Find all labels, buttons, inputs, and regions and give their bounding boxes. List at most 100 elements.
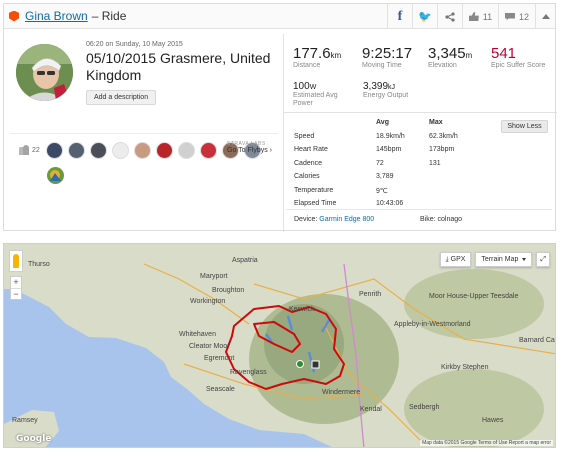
- map-label-barnard-castle: Barnard Ca: [519, 337, 555, 344]
- stat-moving-time: 9:25:17 Moving Time: [362, 45, 412, 69]
- table-cell-label: Temperature: [294, 186, 334, 194]
- map-label-kirkby-stephen: Kirkby Stephen: [441, 364, 489, 371]
- max-header: Max: [429, 119, 443, 126]
- twitter-share-button[interactable]: 🐦: [412, 4, 437, 29]
- pennines: [404, 269, 544, 339]
- stat-label: Moving Time: [362, 62, 402, 69]
- map-label-aspatria: Aspatria: [232, 257, 258, 264]
- fullscreen-button[interactable]: ⤢: [536, 252, 550, 267]
- stat-energy-output: 3,399kJ Energy Output: [363, 81, 408, 100]
- divider: [286, 209, 552, 210]
- stat-unit: kJ: [388, 84, 396, 91]
- table-cell-max: 131: [429, 159, 441, 167]
- stat-suffer-score[interactable]: 541 Epic Suffer Score: [491, 45, 545, 69]
- table-cell-avg: 10:43:06: [376, 200, 404, 207]
- stat-label: Distance: [293, 62, 321, 69]
- stat-value: 3,399: [363, 81, 389, 92]
- fullscreen-icon: ⤢: [540, 255, 546, 263]
- map-label-thurso: Thurso: [28, 261, 50, 268]
- divider: [283, 112, 557, 113]
- stat-value: 9:25:17: [362, 45, 413, 62]
- header-actions: f 🐦 11 12: [387, 4, 555, 29]
- table-row: Speed 18.9km/h 62.3km/h: [294, 133, 514, 147]
- stat-value: 177.6: [293, 45, 331, 62]
- detail-stats-table: Avg Max Speed 18.9km/h 62.3km/h Heart Rate 1…: [294, 119, 514, 214]
- caret-down-icon: [522, 258, 527, 261]
- google-logo[interactable]: Google: [16, 434, 51, 444]
- map-label-maryport: Maryport: [200, 273, 228, 280]
- map-controls: ⤓ GPX Terrain Map ⤢: [436, 252, 550, 267]
- go-to-flybys-label: Go To Flybys ›: [227, 147, 272, 154]
- activity-header: Gina Brown – Ride f 🐦 11 12: [4, 4, 555, 29]
- athlete-thumbnail[interactable]: [199, 141, 217, 159]
- device-link[interactable]: Garmin Edge 800: [319, 216, 374, 223]
- athlete-thumbnail[interactable]: [177, 141, 195, 159]
- map-label-workington: Workington: [190, 298, 225, 305]
- avg-header: Avg: [376, 119, 389, 126]
- map-label-appleby: Appleby-in-Westmorland: [394, 321, 471, 328]
- table-row: Temperature 9℃: [294, 187, 514, 201]
- table-cell-label: Elapsed Time: [294, 200, 337, 207]
- activity-title-bar: Gina Brown – Ride: [9, 9, 126, 23]
- athlete-thumbnail[interactable]: [89, 141, 107, 159]
- athlete-avatar[interactable]: [16, 44, 73, 101]
- flybys-link[interactable]: STRAVA LABS Go To Flybys ›: [227, 141, 272, 154]
- athlete-thumbnail[interactable]: [47, 167, 64, 184]
- street-view-pegman[interactable]: [9, 250, 23, 272]
- activity-meta: 06:20 on Sunday, 10 May 2015 05/10/2015 …: [86, 41, 276, 105]
- finish-marker[interactable]: [311, 360, 320, 369]
- stat-distance: 177.6km Distance: [293, 45, 341, 69]
- kudos-button[interactable]: 11: [462, 4, 498, 29]
- zoom-control[interactable]: + −: [10, 276, 22, 300]
- facebook-share-button[interactable]: f: [387, 4, 412, 29]
- map-canvas[interactable]: Thurso Aspatria Maryport Broughton Worki…: [4, 244, 556, 448]
- map-attribution[interactable]: Map data ©2015 Google Terms of Use Repor…: [420, 440, 553, 446]
- athlete-thumbnail[interactable]: [45, 141, 63, 159]
- stat-label: Epic Suffer Score: [491, 62, 546, 69]
- table-cell-avg: 145bpm: [376, 146, 402, 153]
- map-label-windermere: Windermere: [322, 389, 360, 396]
- map-type-label: Terrain Map: [481, 256, 519, 263]
- kudos-count: 11: [482, 11, 493, 22]
- bike-label: Bike:: [420, 216, 436, 223]
- activity-title[interactable]: 05/10/2015 Grasmere, United Kingdom: [86, 50, 276, 84]
- athlete-thumbnail[interactable]: [111, 141, 129, 159]
- table-cell-avg: 72: [376, 159, 384, 167]
- athlete-thumbnail[interactable]: [155, 141, 173, 159]
- route-map[interactable]: Thurso Aspatria Maryport Broughton Worki…: [3, 243, 556, 448]
- share-button[interactable]: [437, 4, 462, 29]
- start-marker[interactable]: [296, 360, 304, 368]
- shield-badge-icon: [9, 10, 19, 22]
- avatar-image: [16, 44, 73, 101]
- gpx-download-button[interactable]: ⤓ GPX: [439, 252, 472, 267]
- thumbs-up-icon: [468, 12, 479, 21]
- table-cell-label: Cadence: [294, 159, 323, 167]
- athlete-thumbnail[interactable]: [133, 141, 151, 159]
- zoom-out-button[interactable]: −: [11, 288, 21, 299]
- group-count[interactable]: 22: [32, 147, 40, 154]
- map-label-ravenglass: Ravenglass: [230, 369, 267, 376]
- divider: [10, 133, 278, 134]
- comment-count: 12: [518, 11, 529, 22]
- table-row: Heart Rate 145bpm 173bpm: [294, 146, 514, 160]
- comments-button[interactable]: 12: [498, 4, 535, 29]
- stat-unit: m: [465, 51, 473, 60]
- share-icon: [445, 11, 455, 22]
- collapse-button[interactable]: [535, 4, 555, 29]
- table-cell-label: Calories: [294, 173, 320, 180]
- add-description-button[interactable]: Add a description: [86, 90, 157, 105]
- stat-label: Estimated Avg Power: [293, 92, 338, 107]
- show-less-button[interactable]: Show Less: [501, 120, 548, 133]
- bike-info: Bike: colnago: [420, 216, 462, 223]
- table-row: Cadence 72 131: [294, 160, 514, 174]
- athlete-photo: [47, 167, 64, 184]
- table-header: Avg Max: [294, 119, 514, 133]
- map-type-select[interactable]: Terrain Map: [475, 252, 533, 267]
- athlete-name-link[interactable]: Gina Brown: [25, 9, 88, 23]
- athlete-thumbnail[interactable]: [67, 141, 85, 159]
- table-row: Elapsed Time 10:43:06: [294, 200, 514, 214]
- map-label-kendal: Kendal: [360, 406, 382, 413]
- zoom-in-button[interactable]: +: [11, 277, 21, 288]
- device-info: Device: Garmin Edge 800: [294, 216, 374, 223]
- table-cell-max: 173bpm: [429, 146, 455, 153]
